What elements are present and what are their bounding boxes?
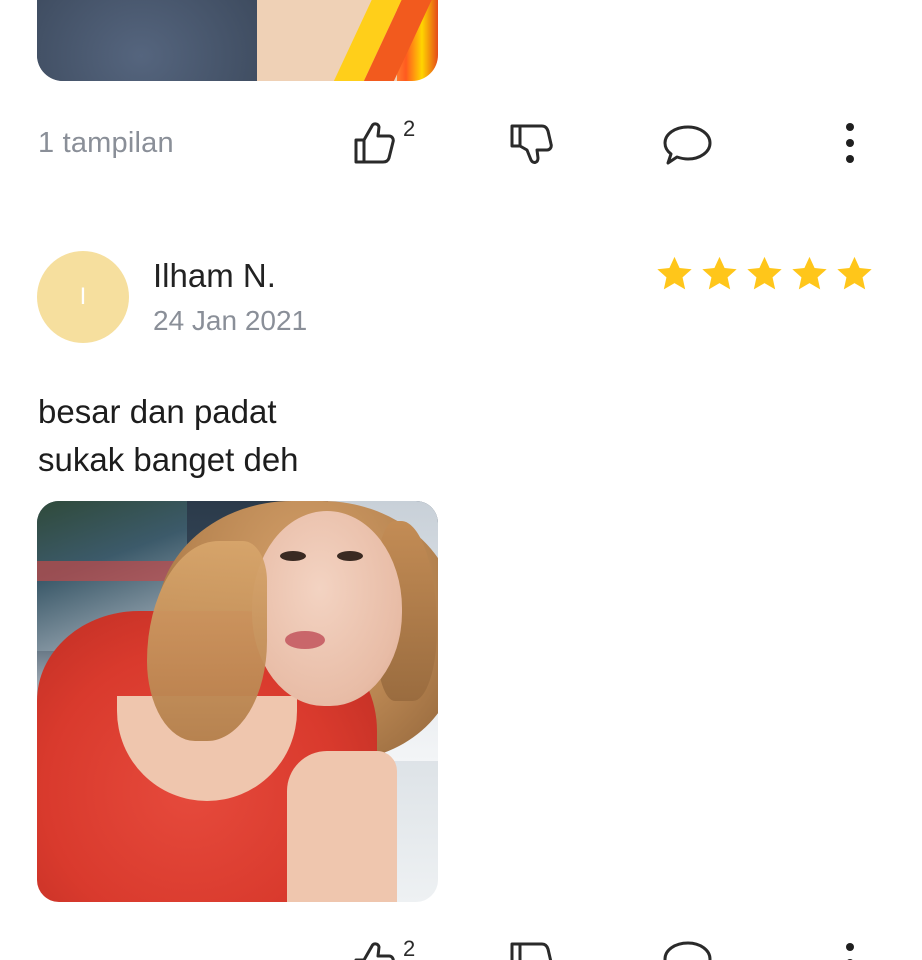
thumbs-down-icon [510, 124, 553, 164]
like-button[interactable] [352, 118, 396, 166]
thumbs-up-icon [354, 942, 395, 960]
reviewer-name: Ilham N. [153, 257, 276, 294]
like-count: 2 [403, 936, 416, 960]
previous-review-action-bar: 1 tampilan 2 [0, 112, 922, 172]
star-icon [702, 256, 737, 290]
more-options-button[interactable] [840, 941, 860, 960]
speech-bubble-icon [663, 125, 712, 165]
review-text-line: sukak banget deh [38, 441, 299, 478]
like-count: 2 [403, 116, 416, 141]
review-list: 1 tampilan 2 I Ilham N. 24 Jan 2021 besa… [0, 0, 922, 960]
rating-stars [652, 253, 877, 295]
comment-button[interactable] [662, 940, 714, 960]
photo-arm [287, 751, 397, 902]
photo-eye [280, 551, 306, 561]
like-button[interactable] [352, 938, 396, 960]
star-icon [837, 256, 872, 290]
star-icon [792, 256, 827, 290]
review-photo[interactable] [37, 501, 438, 902]
star-icon [657, 256, 692, 290]
avatar-initial: I [79, 283, 87, 310]
avatar[interactable]: I [37, 251, 129, 343]
more-options-button[interactable] [840, 121, 860, 165]
speech-bubble-icon [663, 941, 712, 960]
thumbs-down-icon [510, 942, 553, 960]
review-text: besar dan padat sukak banget deh [38, 388, 299, 484]
previous-review-photo[interactable] [37, 0, 438, 81]
review-date: 24 Jan 2021 [153, 305, 308, 336]
star-icon [747, 256, 782, 290]
dislike-button[interactable] [508, 122, 554, 168]
dislike-button[interactable] [508, 940, 554, 960]
photo-eye [337, 551, 363, 561]
vertical-ellipsis-icon [846, 123, 854, 163]
photo-face [252, 511, 402, 706]
comment-button[interactable] [662, 124, 714, 166]
vertical-ellipsis-icon [846, 943, 854, 960]
photo-lips [285, 631, 325, 649]
review-text-line: besar dan padat [38, 393, 277, 430]
thumbs-up-icon [354, 122, 395, 164]
views-count: 1 tampilan [38, 127, 174, 159]
review-action-bar: 2 [0, 932, 922, 960]
